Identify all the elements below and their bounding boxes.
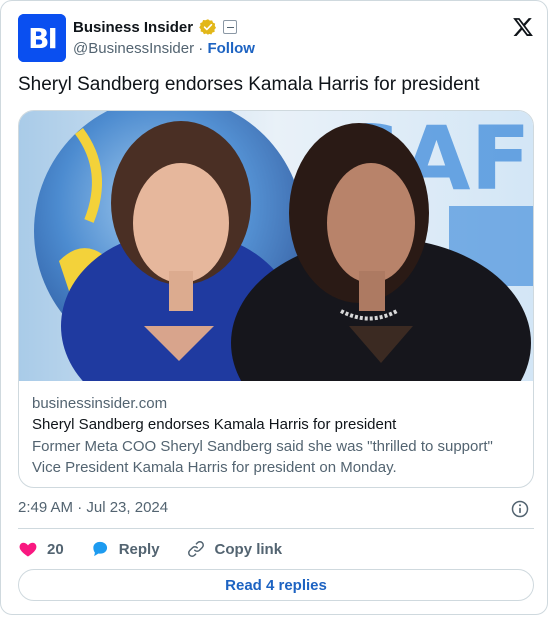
article-photo: SAFE (19, 111, 533, 381)
reply-label: Reply (118, 540, 160, 558)
like-button[interactable]: 20 (18, 539, 64, 559)
copy-link-label: Copy link (214, 540, 283, 558)
heart-icon (19, 542, 37, 557)
like-count: 20 (47, 540, 64, 558)
separator-dot: · (194, 40, 208, 57)
tweet-timestamp[interactable]: 2:49 AM · Jul 23, 2024 (18, 499, 168, 516)
verified-badge-icon (199, 19, 217, 35)
handle-row: @BusinessInsider · Follow (73, 40, 255, 57)
handle[interactable]: @BusinessInsider (73, 40, 194, 57)
link-icon (187, 541, 204, 557)
avatar-logo-text: BI (28, 21, 58, 55)
copy-link-button[interactable]: Copy link (186, 539, 283, 559)
x-logo-icon[interactable] (512, 16, 534, 38)
tweet-text: Sheryl Sandberg endorses Kamala Harris f… (18, 74, 480, 95)
link-description: Former Meta COO Sheryl Sandberg said she… (32, 438, 493, 476)
divider (18, 528, 534, 529)
display-name[interactable]: Business Insider (73, 19, 193, 36)
link-domain: businessinsider.com (32, 395, 168, 412)
reply-bubble-icon (93, 541, 107, 557)
link-card-body: businessinsider.com Sheryl Sandberg endo… (32, 394, 522, 478)
link-title: Sheryl Sandberg endorses Kamala Harris f… (32, 416, 397, 433)
read-replies-label: Read 4 replies (225, 576, 327, 594)
info-icon[interactable] (510, 499, 530, 519)
article-photo-illustration: SAFE (19, 111, 533, 381)
read-replies-button[interactable]: Read 4 replies (18, 569, 534, 601)
affiliate-badge-icon[interactable] (223, 20, 238, 34)
avatar[interactable]: BI (18, 14, 66, 62)
link-preview-card[interactable]: SAFE businessinsider.com Sheryl Sandberg… (18, 110, 534, 488)
tweet-card: BI Business Insider @BusinessInsider · F… (0, 0, 548, 615)
tweet-header: BI Business Insider @BusinessInsider · F… (18, 14, 534, 62)
follow-link[interactable]: Follow (207, 40, 255, 57)
reply-button[interactable]: Reply (90, 539, 160, 559)
action-bar: 20 Reply Copy link (18, 538, 308, 560)
name-row: Business Insider (73, 17, 238, 37)
